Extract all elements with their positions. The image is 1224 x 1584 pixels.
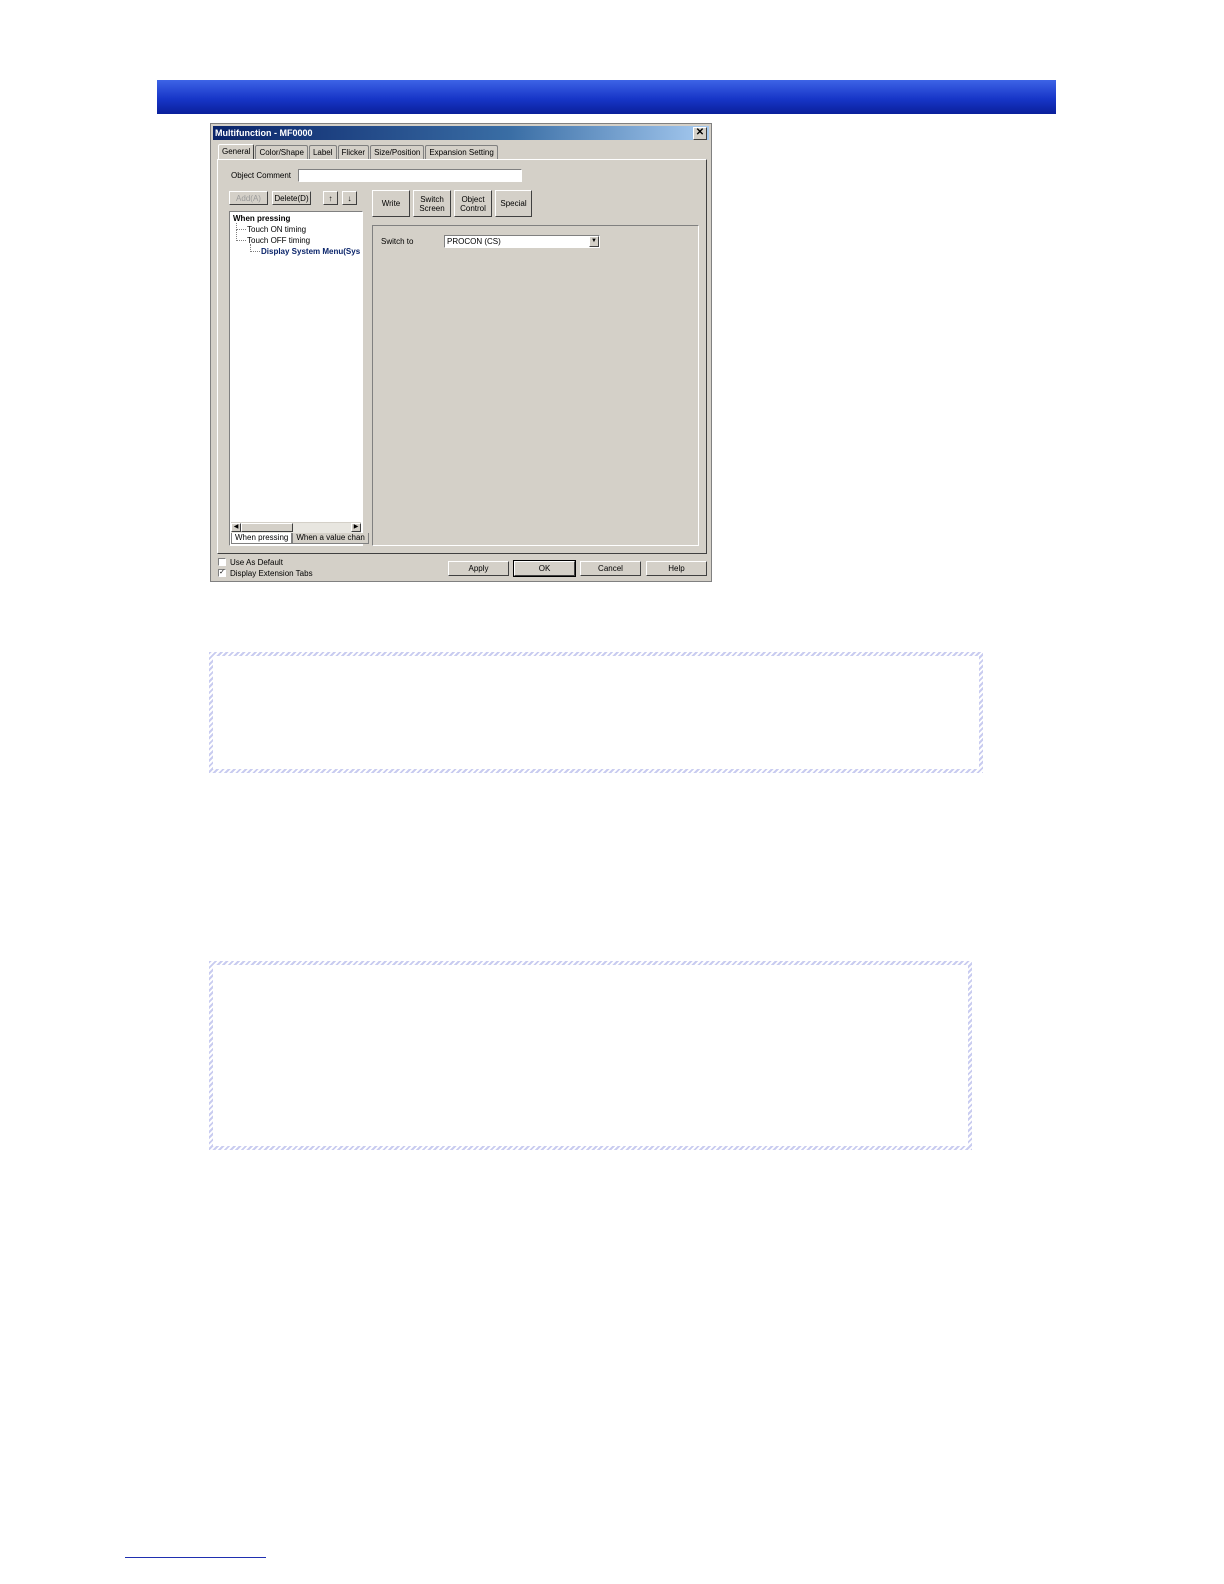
object-control-button[interactable]: Object Control: [454, 190, 492, 217]
tree-horizontal-scrollbar[interactable]: ◀ ▶: [231, 522, 361, 533]
note-box: [209, 652, 983, 773]
object-comment-field[interactable]: [298, 169, 522, 182]
tab-flicker[interactable]: Flicker: [337, 145, 370, 159]
dialog-title-bar: Multifunction - MF0000 ✕: [213, 126, 709, 140]
add-button[interactable]: Add(A): [229, 191, 268, 205]
help-button[interactable]: Help: [646, 561, 707, 576]
delete-button[interactable]: Delete(D): [272, 191, 311, 205]
action-tree[interactable]: When pressing Touch ON timing Touch OFF …: [229, 211, 369, 546]
tree-item-touch-on[interactable]: Touch ON timing: [247, 225, 306, 234]
scroll-left-icon[interactable]: ◀: [231, 523, 241, 532]
page-header-bar: [157, 80, 1056, 114]
tab-label[interactable]: Label: [308, 145, 337, 159]
tree-item-display-system-menu[interactable]: Display System Menu(Sys: [261, 247, 361, 256]
display-extension-tabs-checkbox[interactable]: ✓: [218, 569, 226, 577]
tab-color-shape[interactable]: Color/Shape: [255, 145, 308, 159]
use-as-default-checkbox[interactable]: [218, 558, 226, 566]
tab-strip: General Color/Shape Label Flicker Size/P…: [218, 144, 499, 159]
switch-to-label: Switch to: [381, 237, 414, 246]
write-button[interactable]: Write: [372, 190, 410, 217]
tab-when-value-changes[interactable]: When a value chan: [292, 533, 369, 544]
switch-to-value: PROCON (CS): [447, 237, 501, 246]
object-comment-label: Object Comment: [231, 171, 292, 180]
tree-connector: [250, 244, 260, 252]
move-down-button[interactable]: ↓: [342, 191, 357, 205]
tree-connector: [236, 229, 246, 241]
ok-button[interactable]: OK: [513, 560, 576, 577]
tab-expansion-setting[interactable]: Expansion Setting: [425, 145, 498, 159]
move-up-button[interactable]: ↑: [323, 191, 338, 205]
action-settings-panel: [372, 225, 699, 546]
tab-size-position[interactable]: Size/Position: [370, 145, 425, 159]
note-box: [209, 961, 972, 1150]
footer-link-underline: [125, 1557, 266, 1558]
dialog-title: Multifunction - MF0000: [215, 128, 313, 138]
display-extension-tabs-label: Display Extension Tabs: [230, 569, 313, 578]
multifunction-dialog: Multifunction - MF0000 ✕ General Color/S…: [210, 123, 712, 582]
use-as-default-label: Use As Default: [230, 558, 283, 567]
switch-screen-button[interactable]: Switch Screen: [413, 190, 451, 217]
special-button[interactable]: Special: [495, 190, 532, 217]
tab-general[interactable]: General: [218, 144, 255, 159]
tree-root-when-pressing[interactable]: When pressing: [233, 214, 290, 223]
apply-button[interactable]: Apply: [448, 561, 509, 576]
scroll-thumb[interactable]: [241, 523, 293, 532]
close-icon[interactable]: ✕: [693, 127, 707, 140]
tab-when-pressing[interactable]: When pressing: [231, 533, 293, 544]
tree-bottom-tabs: When pressing When a value chan: [231, 533, 369, 544]
switch-to-select[interactable]: PROCON (CS) ▼: [444, 235, 600, 248]
scroll-right-icon[interactable]: ▶: [351, 523, 361, 532]
chevron-down-icon[interactable]: ▼: [589, 236, 599, 247]
cancel-button[interactable]: Cancel: [580, 561, 641, 576]
